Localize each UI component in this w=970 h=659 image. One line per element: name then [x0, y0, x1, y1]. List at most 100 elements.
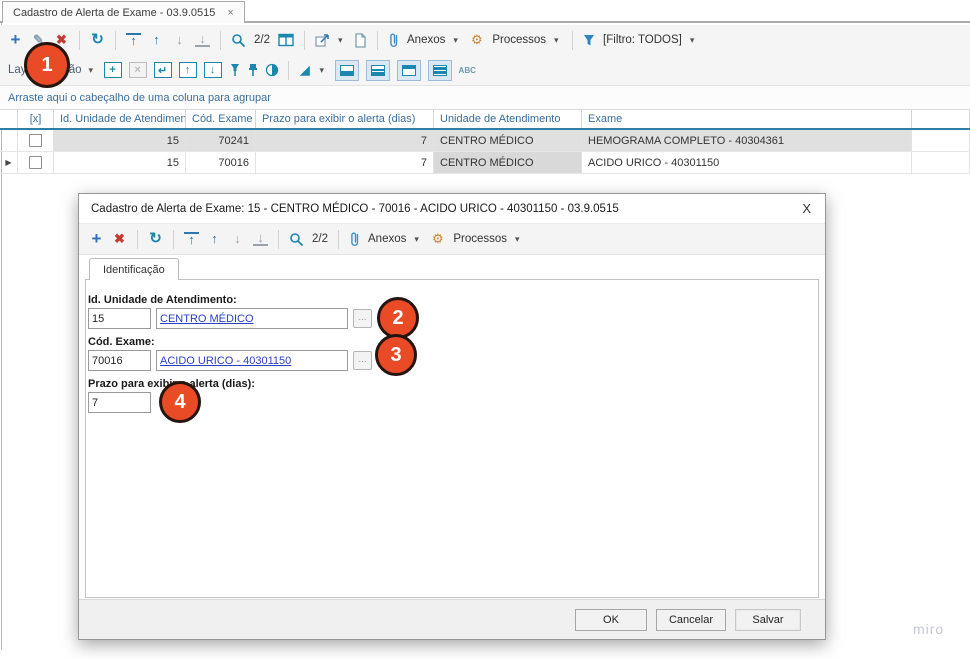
filter-funnel-icon[interactable] — [583, 34, 595, 47]
table-row[interactable]: ▶ 15 70016 7 CENTRO MÉDICO ACIDO URICO -… — [0, 152, 970, 174]
expand-all-icon[interactable]: + — [103, 62, 122, 78]
column-chooser-icon[interactable] — [278, 33, 294, 47]
chart-caret-icon[interactable]: ▾ — [320, 65, 328, 76]
id-unidade-desc-link[interactable]: CENTRO MÉDICO — [160, 313, 254, 325]
separator — [220, 30, 221, 50]
processos-button[interactable]: Processos — [492, 34, 546, 46]
cell-exame[interactable]: ACIDO URICO - 40301150 — [582, 152, 912, 173]
chart-icon[interactable]: ◢ — [298, 62, 313, 78]
add-icon[interactable]: + — [8, 31, 23, 48]
add-icon[interactable]: + — [89, 230, 104, 247]
table-row[interactable]: 15 70241 7 CENTRO MÉDICO HEMOGRAMA COMPL… — [0, 130, 970, 152]
refresh-icon[interactable]: ↻ — [148, 231, 163, 247]
layout-stacked-bands-toggle[interactable] — [427, 59, 452, 81]
column-header-unidade[interactable]: Unidade de Atendimento — [434, 110, 582, 128]
separator — [287, 60, 289, 80]
cell-exame[interactable]: HEMOGRAMA COMPLETO - 40304361 — [582, 130, 912, 151]
id-unidade-input[interactable] — [88, 308, 151, 329]
prazo-input[interactable] — [88, 392, 151, 413]
first-record-icon[interactable]: ↑ — [126, 33, 141, 47]
row-checkbox[interactable] — [29, 156, 42, 169]
paperclip-icon[interactable] — [388, 32, 399, 48]
anexos-caret-icon[interactable]: ▾ — [414, 234, 422, 245]
column-header-checkbox[interactable]: [x] — [18, 110, 54, 128]
last-record-icon[interactable]: ↓ — [253, 231, 268, 246]
dialog-close-icon[interactable]: X — [800, 201, 813, 216]
pin-icon[interactable] — [248, 63, 258, 77]
dialog-titlebar: Cadastro de Alerta de Exame: 15 - CENTRO… — [79, 194, 825, 224]
processos-caret-icon[interactable]: ▾ — [515, 234, 523, 245]
dialog-tab-page: Id. Unidade de Atendimento: CENTRO MÉDIC… — [85, 279, 819, 598]
move-row-down-icon[interactable]: ↓ — [203, 62, 222, 78]
paperclip-icon[interactable] — [349, 231, 360, 247]
gear-icon[interactable]: ⚙ — [430, 231, 445, 247]
cod-exame-input[interactable] — [88, 350, 151, 371]
processos-button[interactable]: Processos — [453, 233, 507, 245]
abc-validation-icon[interactable]: ABC — [459, 66, 476, 75]
wrap-row-icon[interactable]: ↵ — [153, 62, 172, 78]
collapse-all-icon[interactable]: × — [128, 62, 147, 78]
annotation-circle-3: 3 — [375, 334, 417, 376]
last-record-icon[interactable]: ↓ — [195, 32, 210, 47]
export-icon[interactable] — [315, 33, 330, 48]
search-icon[interactable] — [231, 33, 246, 48]
cod-exame-desc-link[interactable]: ACIDO URICO - 40301150 — [160, 355, 291, 367]
cell-filler — [912, 152, 970, 173]
layout-caret-icon[interactable]: ▾ — [89, 65, 97, 76]
refresh-icon[interactable]: ↻ — [90, 32, 105, 48]
next-record-icon[interactable]: ↓ — [230, 231, 245, 247]
cod-exame-lookup-button[interactable]: ... — [353, 351, 372, 370]
group-by-bar[interactable]: Arraste aqui o cabeçalho de uma coluna p… — [0, 86, 970, 110]
exam-alert-grid: [x] Id. Unidade de Atendimento Cód. Exam… — [0, 110, 970, 174]
column-header-exame[interactable]: Exame — [582, 110, 912, 128]
layout-two-bands-toggle[interactable] — [365, 59, 390, 81]
anexos-caret-icon[interactable]: ▾ — [453, 35, 461, 46]
column-header-id-unidade[interactable]: Id. Unidade de Atendimento — [54, 110, 186, 128]
tab-close-icon[interactable]: × — [227, 7, 233, 19]
search-icon[interactable] — [289, 232, 304, 247]
cell-unidade[interactable]: CENTRO MÉDICO — [434, 130, 582, 151]
field-group-cod-exame: Cód. Exame: ACIDO URICO - 40301150 ... — [88, 336, 818, 371]
document-icon[interactable] — [354, 32, 367, 48]
anexos-button[interactable]: Anexos — [407, 34, 445, 46]
column-header-prazo[interactable]: Prazo para exibir o alerta (dias) — [256, 110, 434, 128]
gear-icon[interactable]: ⚙ — [469, 32, 484, 48]
filter-button[interactable]: [Filtro: TODOS] — [603, 34, 682, 46]
dialog-footer: OK Cancelar Salvar — [79, 599, 825, 639]
cell-prazo[interactable]: 7 — [256, 152, 434, 173]
cancel-button[interactable]: Cancelar — [655, 608, 726, 631]
layout-bottom-band-toggle[interactable] — [334, 59, 359, 81]
circle-icon[interactable] — [265, 63, 279, 77]
separator — [79, 30, 80, 50]
anexos-button[interactable]: Anexos — [368, 233, 406, 245]
previous-record-icon[interactable]: ↑ — [149, 32, 164, 48]
processos-caret-icon[interactable]: ▾ — [554, 35, 562, 46]
column-header-cod-exame[interactable]: Cód. Exame — [186, 110, 256, 128]
export-caret-icon[interactable]: ▾ — [338, 35, 346, 46]
filter-caret-icon[interactable]: ▾ — [690, 35, 698, 46]
cell-cod-exame[interactable]: 70241 — [186, 130, 256, 151]
separator — [173, 229, 174, 249]
tab-cadastro-alerta-exame[interactable]: Cadastro de Alerta de Exame - 03.9.0515 … — [2, 1, 245, 23]
layout-top-band-toggle[interactable] — [396, 59, 421, 81]
ok-button[interactable]: OK — [574, 608, 647, 631]
previous-record-icon[interactable]: ↑ — [207, 231, 222, 247]
row-checkbox[interactable] — [29, 134, 42, 147]
save-button[interactable]: Salvar — [735, 608, 801, 631]
separator — [304, 30, 305, 50]
column-header-filler — [912, 110, 970, 128]
cell-unidade[interactable]: CENTRO MÉDICO — [434, 152, 582, 173]
cell-prazo[interactable]: 7 — [256, 130, 434, 151]
cell-id-unidade[interactable]: 15 — [54, 130, 186, 151]
tab-identificacao[interactable]: Identificação — [89, 258, 179, 280]
filter-row-icon[interactable] — [229, 63, 241, 77]
first-record-icon[interactable]: ↑ — [184, 232, 199, 246]
delete-icon[interactable]: ✖ — [112, 231, 127, 247]
record-counter: 2/2 — [254, 34, 270, 46]
next-record-icon[interactable]: ↓ — [172, 32, 187, 48]
cell-id-unidade[interactable]: 15 — [54, 152, 186, 173]
id-unidade-lookup-button[interactable]: ... — [353, 309, 372, 328]
move-row-up-icon[interactable]: ↑ — [178, 62, 197, 78]
prazo-label: Prazo para exibir o alerta (dias): — [88, 378, 255, 390]
cell-cod-exame[interactable]: 70016 — [186, 152, 256, 173]
